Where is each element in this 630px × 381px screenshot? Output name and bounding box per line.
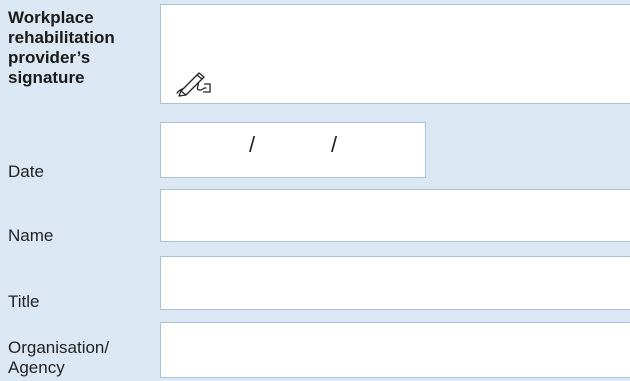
date-field[interactable]: / / [160, 122, 426, 178]
provider-signature-form: Workplace rehabilitation provider’s sign… [0, 0, 630, 381]
title-label: Title [8, 292, 40, 311]
signature-label: Workplace rehabilitation provider’s sign… [8, 8, 115, 88]
date-separator-1: / [249, 132, 256, 157]
signature-field[interactable] [160, 4, 630, 104]
organisation-label-line-1: Organisation/ [8, 338, 110, 357]
title-field[interactable] [160, 256, 630, 310]
signature-pen-icon [176, 72, 211, 97]
name-field[interactable] [160, 189, 630, 242]
organisation-label: Organisation/ Agency [8, 338, 109, 378]
signature-label-line-4: signature [8, 68, 85, 87]
signature-label-line-2: rehabilitation [8, 28, 115, 47]
date-separator-2: / [331, 132, 338, 157]
organisation-field[interactable] [160, 322, 630, 378]
signature-label-line-1: Workplace [8, 8, 94, 27]
name-label: Name [8, 226, 54, 245]
signature-label-line-3: provider’s [8, 48, 91, 67]
organisation-label-line-2: Agency [8, 358, 65, 377]
date-label: Date [8, 162, 44, 181]
